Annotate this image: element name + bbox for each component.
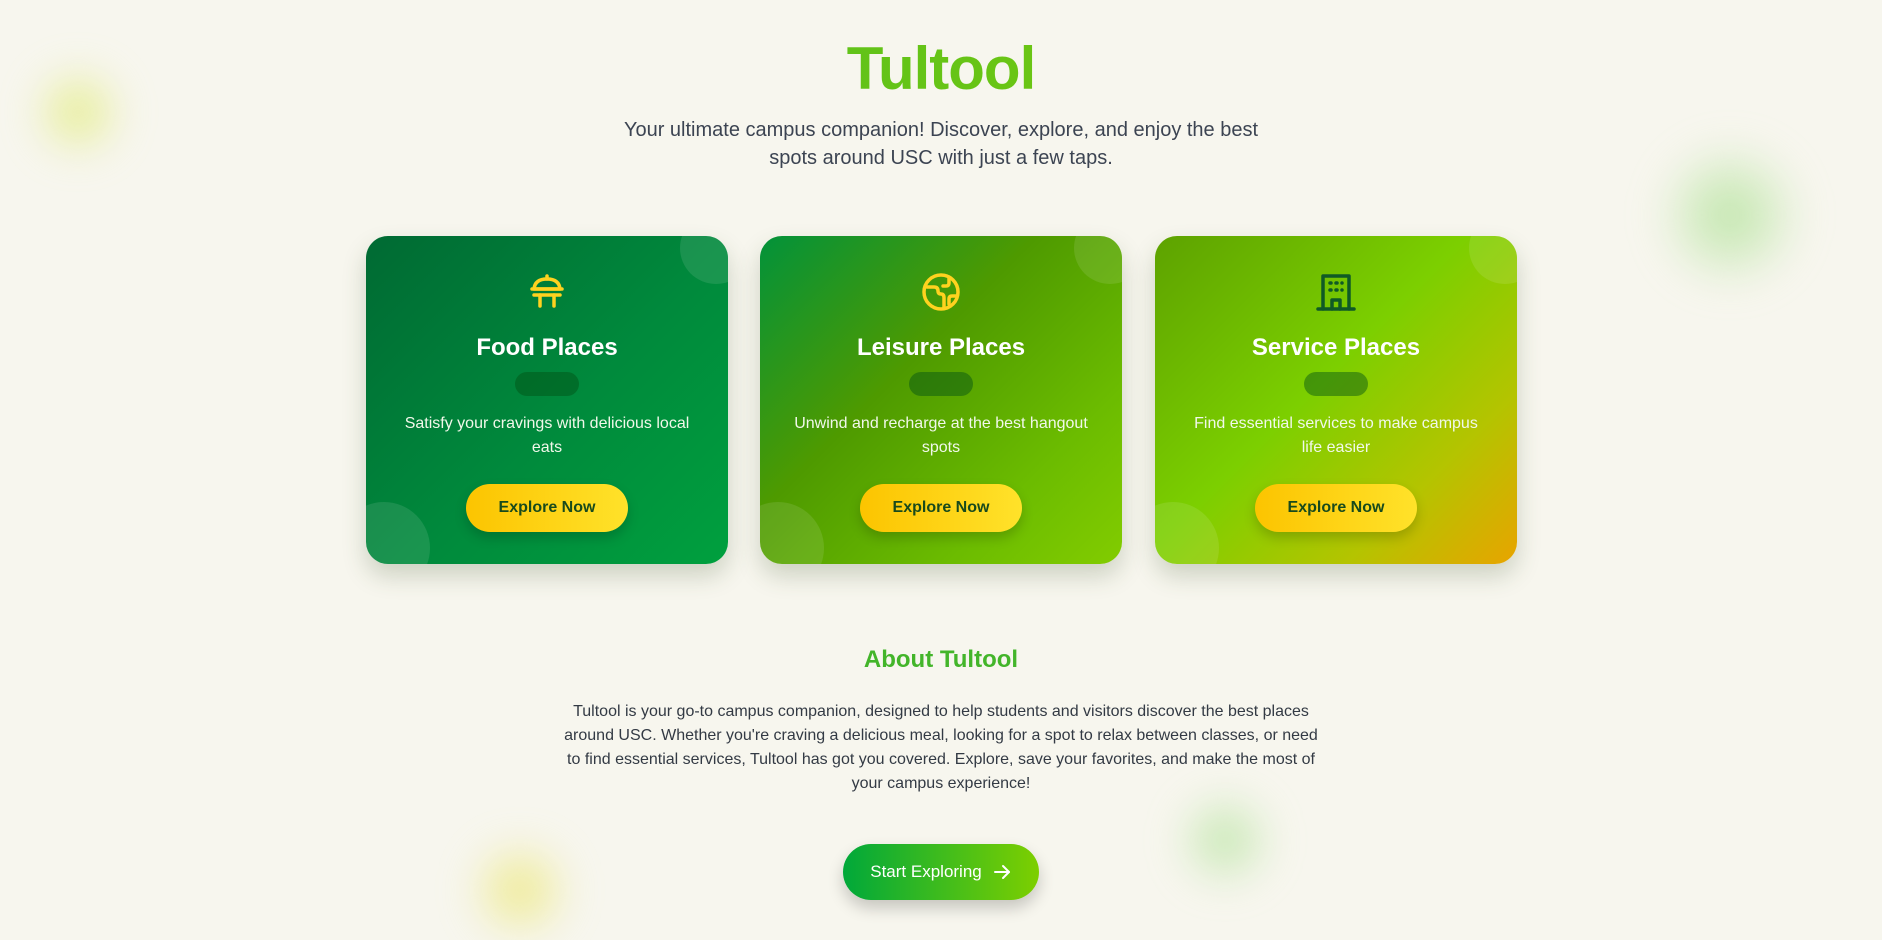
card-title: Food Places [476,334,618,361]
explore-service-button[interactable]: Explore Now [1255,484,1417,532]
card-divider-pill [1304,372,1368,396]
card-description: Unwind and recharge at the best hangout … [794,415,1088,456]
background-blob [1650,140,1810,290]
start-exploring-label: Start Exploring [870,862,982,881]
about-title: About Tultool [863,646,1019,673]
arrow-right-icon [993,865,1010,879]
card-divider-pill [909,372,973,396]
decorative-circle [1155,502,1219,564]
explore-leisure-button[interactable]: Explore Now [860,484,1022,532]
globe-icon [760,270,1122,314]
card-description: Find essential services to make campus l… [1194,415,1478,456]
leisure-places-card[interactable]: Leisure Places Unwind and recharge at th… [760,236,1122,564]
page-subtitle: Your ultimate campus companion! Discover… [623,119,1259,169]
card-description: Satisfy your cravings with delicious loc… [404,415,690,456]
background-blob [1170,790,1280,890]
about-text: Tultool is your go-to campus companion, … [564,703,1318,792]
building-icon [1155,270,1517,314]
service-places-card[interactable]: Service Places Find essential services t… [1155,236,1517,564]
card-title: Service Places [1251,334,1421,361]
decorative-circle [366,502,430,564]
explore-food-button[interactable]: Explore Now [466,484,628,532]
start-exploring-button[interactable]: Start Exploring [843,844,1039,900]
card-divider-pill [515,372,579,396]
page-title: Tultool [0,34,1882,103]
card-title: Leisure Places [856,334,1026,361]
food-places-card[interactable]: Food Places Satisfy your cravings with d… [366,236,728,564]
decorative-circle [760,502,824,564]
background-blob [460,840,580,940]
food-table-icon [366,270,728,314]
